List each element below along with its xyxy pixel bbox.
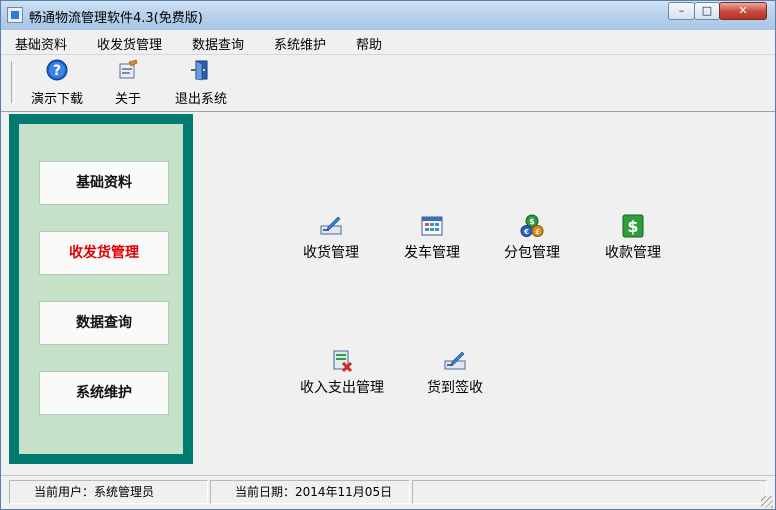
demo-download-button[interactable]: ? 演示下载 [30, 59, 84, 107]
sidebar-item-data-query[interactable]: 数据查询 [39, 301, 169, 345]
window-title: 畅通物流管理软件4.3(免费版) [29, 11, 203, 26]
maximize-button[interactable]: □ [694, 2, 720, 20]
current-date-status: 当前日期：2014年11月05日 [210, 480, 410, 504]
income-expense-button[interactable]: 收入支出管理 [296, 349, 388, 397]
app-window: 畅通物流管理软件4.3(免费版) – □ ✕ 基础资料 收发货管理 数据查询 系… [0, 0, 776, 510]
title-bar[interactable]: 畅通物流管理软件4.3(免费版) – □ ✕ [1, 1, 775, 30]
about-icon [117, 59, 139, 81]
dollar-icon: $ [621, 214, 645, 238]
sidebar-panel: 基础资料 收发货管理 数据查询 系统维护 [19, 124, 183, 454]
subpackage-management-button[interactable]: $ € £ 分包管理 [500, 214, 564, 262]
app-icon[interactable] [7, 7, 23, 23]
about-button[interactable]: 关于 [113, 59, 143, 107]
payment-collection-button[interactable]: $ 收款管理 [601, 214, 665, 262]
sidebar-item-basic-data[interactable]: 基础资料 [39, 161, 169, 205]
receive-goods-icon [319, 214, 343, 238]
status-bar: 当前用户：系统管理员 当前日期：2014年11月05日 [1, 475, 775, 509]
svg-text:£: £ [535, 228, 540, 236]
close-button[interactable]: ✕ [719, 2, 767, 20]
sidebar: 基础资料 收发货管理 数据查询 系统维护 [9, 114, 193, 464]
main-panel: 收货管理 发车管理 $ € £ 分包管理 $ 收款管理 收入支出管理 货到签收 [195, 114, 775, 472]
sidebar-item-shipping[interactable]: 收发货管理 [39, 231, 169, 275]
sign-receipt-icon [443, 349, 467, 373]
dispatch-icon [420, 214, 444, 238]
menu-basic-data[interactable]: 基础资料 [15, 34, 67, 53]
income-expense-icon [330, 349, 354, 373]
svg-text:€: € [523, 228, 529, 236]
menu-data-query[interactable]: 数据查询 [192, 34, 244, 53]
svg-text:$: $ [529, 217, 535, 226]
svg-text:?: ? [53, 63, 61, 79]
svg-text:$: $ [627, 217, 638, 236]
exit-door-icon [190, 59, 212, 81]
dispatch-management-button[interactable]: 发车管理 [400, 214, 464, 262]
resize-grip[interactable] [761, 496, 773, 508]
menu-shipping[interactable]: 收发货管理 [97, 34, 162, 53]
help-icon: ? [46, 59, 68, 81]
sidebar-item-system[interactable]: 系统维护 [39, 371, 169, 415]
minimize-button[interactable]: – [668, 2, 695, 20]
toolbar: ? 演示下载 关于 退出系统 [1, 54, 775, 112]
sign-receipt-button[interactable]: 货到签收 [423, 349, 487, 397]
current-user-status: 当前用户：系统管理员 [9, 480, 208, 504]
status-empty-cell [412, 480, 767, 504]
receive-goods-button[interactable]: 收货管理 [299, 214, 363, 262]
toolbar-grip[interactable] [11, 61, 15, 103]
exit-system-button[interactable]: 退出系统 [174, 59, 228, 107]
menu-bar: 基础资料 收发货管理 数据查询 系统维护 帮助 [1, 30, 775, 54]
menu-help[interactable]: 帮助 [356, 34, 382, 53]
subpackage-coins-icon: $ € £ [520, 214, 544, 238]
menu-system[interactable]: 系统维护 [274, 34, 326, 53]
